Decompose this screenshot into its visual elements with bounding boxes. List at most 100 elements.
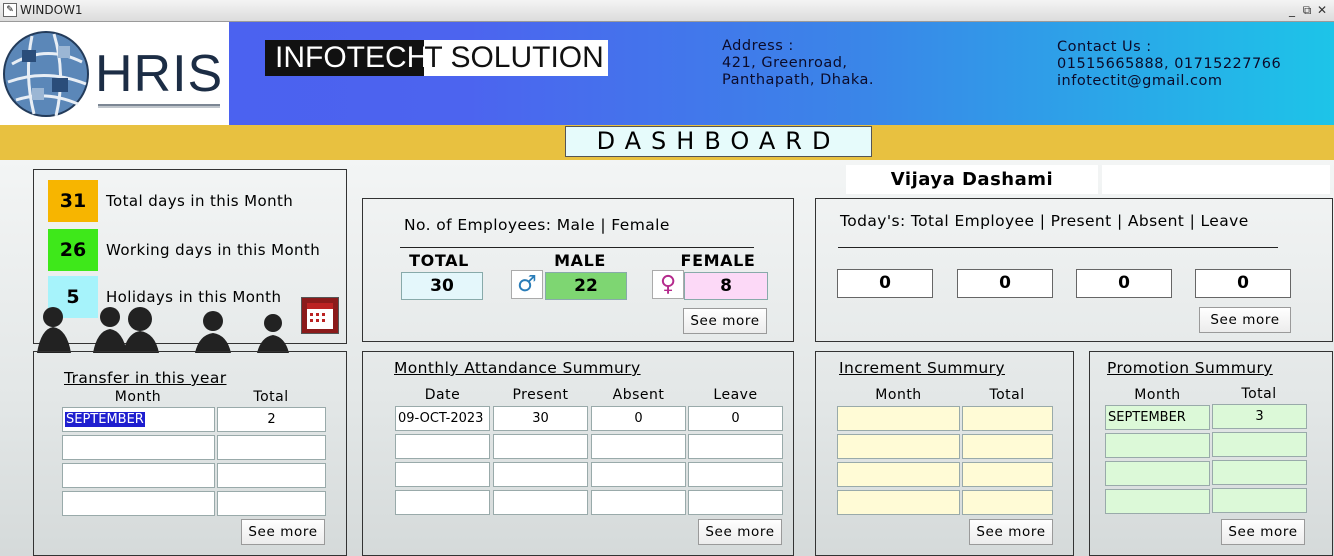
transfer-col-total: Total (253, 389, 289, 405)
hris-logo-text: HRIS (95, 45, 224, 103)
people-silhouette-graphic (37, 307, 289, 353)
table-cell[interactable] (591, 434, 686, 459)
today-see-more-button[interactable]: See more (1199, 307, 1291, 333)
contact-email: infotectit@gmail.com (1057, 73, 1223, 89)
attendance-col-leave: Leave (713, 387, 758, 403)
table-cell[interactable]: 3 (1212, 404, 1307, 429)
table-cell[interactable]: 30 (493, 406, 588, 431)
contact-block: Contact Us : 01515665888, 01715227766 in… (1057, 39, 1281, 90)
address-line2: Panthapath, Dhaka. (722, 72, 874, 88)
contact-label: Contact Us : (1057, 39, 1152, 55)
table-cell[interactable] (962, 490, 1053, 515)
table-cell[interactable] (837, 490, 960, 515)
promotion-col-total: Total (1241, 386, 1277, 402)
table-cell[interactable] (688, 490, 783, 515)
attendance-heading: Monthly Attandance Summury (394, 359, 641, 377)
table-cell[interactable] (395, 462, 490, 487)
promotion-see-more-button[interactable]: See more (1221, 519, 1305, 545)
calendar-icon[interactable] (301, 297, 339, 334)
table-cell[interactable] (1105, 433, 1210, 458)
increment-heading: Increment Summury (839, 359, 1005, 377)
table-cell[interactable] (395, 434, 490, 459)
employees-divider (400, 247, 754, 248)
male-symbol-icon: ♂ (511, 270, 543, 299)
transfer-see-more-button[interactable]: See more (241, 519, 325, 545)
table-cell[interactable]: SEPTEMBER (62, 407, 215, 432)
today-divider (838, 247, 1278, 248)
table-cell[interactable] (493, 462, 588, 487)
male-employees-value: 22 (545, 272, 627, 300)
total-label: TOTAL (409, 251, 469, 270)
table-cell[interactable]: 09-OCT-2023 (395, 406, 490, 431)
today-total-value: 0 (837, 269, 933, 298)
table-cell[interactable]: 0 (688, 406, 783, 431)
table-cell[interactable] (1105, 489, 1210, 514)
table-cell[interactable] (395, 490, 490, 515)
attendance-col-date: Date (424, 387, 461, 403)
table-cell[interactable] (62, 435, 215, 460)
table-cell[interactable] (688, 434, 783, 459)
table-cell[interactable] (1212, 488, 1307, 513)
close-button[interactable]: ✕ (1315, 3, 1329, 17)
logo: HRIS (0, 22, 229, 125)
promotion-heading: Promotion Summury (1107, 359, 1273, 377)
female-label: FEMALE (680, 251, 756, 270)
today-leave-value: 0 (1195, 269, 1291, 298)
company-name-part1: INFOTECH (265, 40, 439, 76)
promotion-col-month: Month (1134, 387, 1181, 403)
today-heading: Today's: Total Employee | Present | Abse… (840, 212, 1249, 230)
table-cell[interactable] (493, 434, 588, 459)
total-employees-value: 30 (401, 272, 483, 300)
table-cell[interactable] (1212, 432, 1307, 457)
table-cell[interactable] (962, 434, 1053, 459)
attendance-see-more-button[interactable]: See more (698, 519, 782, 545)
attendance-col-present: Present (512, 387, 569, 403)
table-cell[interactable]: SEPTEMBER (1105, 405, 1210, 430)
today-absent-value: 0 (1076, 269, 1172, 298)
table-cell[interactable] (591, 462, 686, 487)
festival-name: Vijaya Dashami (846, 165, 1098, 194)
table-cell[interactable] (591, 490, 686, 515)
festival-spacer (1102, 165, 1330, 194)
today-present-value: 0 (957, 269, 1053, 298)
male-label: MALE (554, 251, 606, 270)
company-name: INFOTECH T SOLUTION (265, 40, 609, 76)
table-cell[interactable] (962, 462, 1053, 487)
total-days-label: Total days in this Month (106, 192, 294, 210)
employees-heading: No. of Employees: Male | Female (404, 216, 670, 234)
contact-phones: 01515665888, 01715227766 (1057, 56, 1282, 72)
female-symbol-icon: ♀ (652, 270, 684, 299)
increment-see-more-button[interactable]: See more (969, 519, 1053, 545)
transfer-heading: Transfer in this year (64, 369, 227, 387)
table-cell[interactable] (837, 406, 960, 431)
window-titlebar: ✎ WINDOW1 _ ⧉ ✕ (0, 0, 1334, 22)
table-cell[interactable] (217, 435, 326, 460)
table-cell[interactable] (688, 462, 783, 487)
table-cell[interactable] (837, 462, 960, 487)
restore-button[interactable]: ⧉ (1300, 3, 1314, 18)
company-name-part2: T SOLUTION (424, 40, 609, 76)
table-cell[interactable]: 2 (217, 407, 326, 432)
table-cell[interactable] (217, 463, 326, 488)
header-banner: HRIS INFOTECH T SOLUTION Address : 421, … (0, 22, 1334, 125)
transfer-col-month: Month (114, 389, 162, 405)
table-cell[interactable] (1212, 460, 1307, 485)
address-line1: 421, Greenroad, (722, 55, 848, 71)
app-icon: ✎ (3, 3, 17, 17)
working-days-label: Working days in this Month (106, 241, 321, 259)
table-cell[interactable] (217, 491, 326, 516)
address-block: Address : 421, Greenroad, Panthapath, Dh… (722, 38, 874, 89)
table-cell[interactable] (493, 490, 588, 515)
table-cell[interactable] (962, 406, 1053, 431)
table-cell[interactable] (1105, 461, 1210, 486)
logo-underline (98, 104, 220, 108)
page-title: DASHBOARD (565, 126, 872, 157)
employees-see-more-button[interactable]: See more (683, 308, 767, 334)
table-cell[interactable] (837, 434, 960, 459)
table-cell[interactable] (62, 491, 215, 516)
table-cell[interactable]: 0 (591, 406, 686, 431)
attendance-col-absent: Absent (612, 387, 665, 403)
table-cell[interactable] (62, 463, 215, 488)
minimize-button[interactable]: _ (1285, 3, 1299, 17)
total-days-badge: 31 (48, 180, 98, 222)
